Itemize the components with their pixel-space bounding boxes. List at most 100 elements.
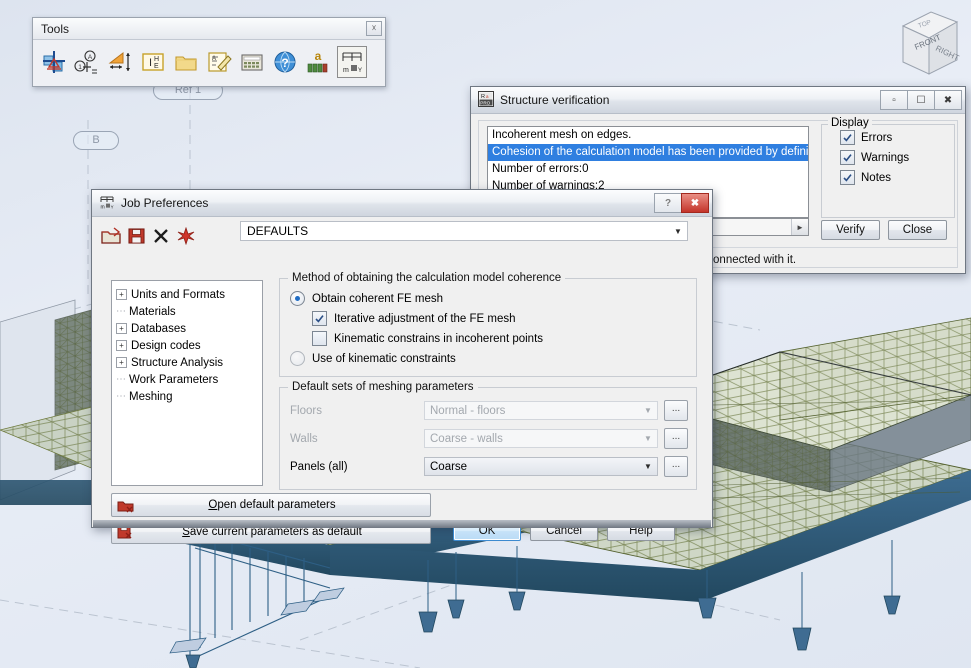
- open-folder-icon[interactable]: [172, 47, 200, 77]
- chevron-right-icon[interactable]: ►: [791, 219, 808, 235]
- meshing-row-label: Walls: [290, 432, 318, 445]
- floors-mesh-browse-button[interactable]: ...: [664, 400, 688, 421]
- walls-mesh-browse-button[interactable]: ...: [664, 428, 688, 449]
- open-default-parameters-button[interactable]: Open default parameters: [111, 493, 431, 517]
- open-default-parameters-label: Open default parameters: [208, 499, 336, 511]
- sidebar-item-materials[interactable]: ⋯ Materials: [116, 303, 258, 320]
- help-globe-icon[interactable]: ?: [271, 47, 299, 77]
- radio-obtain-coherent-fe-mesh[interactable]: Obtain coherent FE mesh: [290, 291, 686, 306]
- radio-use-kinematic-constraints[interactable]: Use of kinematic constraints: [290, 351, 686, 366]
- view-orientation-cube[interactable]: FRONT RIGHT TOP: [893, 4, 965, 84]
- panels-mesh-combo[interactable]: Coarse ▼: [424, 457, 658, 476]
- chevron-down-icon[interactable]: ▼: [669, 222, 687, 240]
- sidebar-item-design-codes[interactable]: + Design codes: [116, 337, 258, 354]
- sidebar-item-structure-analysis[interactable]: + Structure Analysis: [116, 354, 258, 371]
- open-preferences-icon[interactable]: [100, 225, 122, 247]
- minimize-icon[interactable]: ▫: [880, 90, 908, 110]
- sidebar-item-label: Materials: [129, 305, 176, 318]
- close-button[interactable]: Close: [888, 220, 947, 240]
- verify-titlebar[interactable]: R a PRO Structure verification ▫ ☐ ✖: [471, 87, 965, 114]
- verify-window-controls: ▫ ☐ ✖: [880, 90, 962, 110]
- verify-action-buttons: Verify Close: [821, 220, 947, 240]
- node-numbering-icon[interactable]: A 1: [73, 47, 101, 77]
- walls-mesh-combo[interactable]: Coarse - walls ▼: [424, 429, 658, 448]
- list-item[interactable]: Incoherent mesh on edges.: [488, 127, 808, 144]
- sidebar-item-databases[interactable]: + Databases: [116, 320, 258, 337]
- display-option-label: Notes: [861, 171, 892, 184]
- expand-icon[interactable]: +: [116, 323, 127, 334]
- radio-label: Obtain coherent FE mesh: [312, 292, 444, 305]
- job-preferences-dialog[interactable]: m Y Job Preferences ? ✖ DEFAULTS ▼ + Uni…: [91, 189, 713, 544]
- save-preferences-icon[interactable]: [125, 225, 147, 247]
- text-scale-icon[interactable]: a: [304, 47, 332, 77]
- section-icon[interactable]: I H E: [139, 47, 167, 77]
- tools-palette-buttons: A 1 I H E A ? a m Y: [33, 40, 385, 84]
- svg-text:a: a: [315, 49, 322, 63]
- radio-selected-icon[interactable]: [290, 291, 305, 306]
- checkbox-unchecked-icon[interactable]: [312, 331, 327, 346]
- display-option-warnings[interactable]: Warnings: [840, 150, 954, 165]
- chevron-down-icon[interactable]: ▼: [639, 430, 657, 447]
- structure-model-icon[interactable]: [40, 47, 68, 77]
- checkbox-checked-icon[interactable]: [840, 130, 855, 145]
- radio-label: Use of kinematic constraints: [312, 352, 456, 365]
- jobpref-window-title: Job Preferences: [121, 196, 209, 210]
- display-option-errors[interactable]: Errors: [840, 130, 954, 145]
- close-icon[interactable]: ✖: [934, 90, 962, 110]
- tools-palette-titlebar[interactable]: Tools ☓: [33, 18, 385, 40]
- restore-icon[interactable]: ☐: [907, 90, 935, 110]
- checkbox-iterative-adjustment[interactable]: Iterative adjustment of the FE mesh: [312, 311, 686, 326]
- checkbox-checked-icon[interactable]: [840, 170, 855, 185]
- floors-mesh-combo[interactable]: Normal - floors ▼: [424, 401, 658, 420]
- svg-text:m: m: [101, 204, 105, 210]
- list-item[interactable]: Cohesion of the calculation model has be…: [488, 144, 808, 161]
- chevron-down-icon[interactable]: ▼: [639, 458, 657, 475]
- edit-notes-icon[interactable]: A: [205, 47, 233, 77]
- meshing-row-label: Floors: [290, 404, 322, 417]
- dimension-icon[interactable]: [106, 47, 134, 77]
- panels-mesh-browse-button[interactable]: ...: [664, 456, 688, 477]
- meshing-settings-pane: Method of obtaining the calculation mode…: [279, 272, 697, 500]
- radio-unselected-icon[interactable]: [290, 351, 305, 366]
- coherence-group-legend: Method of obtaining the calculation mode…: [288, 272, 566, 284]
- close-icon[interactable]: ✖: [681, 193, 709, 213]
- default-preferences-icon[interactable]: [175, 225, 197, 247]
- tree-branch-icon: ⋯: [116, 306, 126, 317]
- preferences-profile-value: DEFAULTS: [247, 224, 309, 238]
- checkbox-checked-icon[interactable]: [840, 150, 855, 165]
- default-meshing-sets-group: Default sets of meshing parameters Floor…: [279, 381, 697, 490]
- svg-text:Y: Y: [111, 204, 114, 209]
- checkbox-kinematic-constrains[interactable]: Kinematic constrains in incoherent point…: [312, 331, 686, 346]
- walls-mesh-value: Coarse - walls: [430, 432, 503, 445]
- delete-preferences-icon[interactable]: [150, 225, 172, 247]
- expand-icon[interactable]: +: [116, 289, 127, 300]
- preferences-profile-combo[interactable]: DEFAULTS ▼: [240, 221, 688, 241]
- close-icon[interactable]: ☓: [366, 21, 382, 36]
- floors-mesh-value: Normal - floors: [430, 404, 506, 417]
- help-icon[interactable]: ?: [654, 193, 682, 213]
- jobpref-titlebar[interactable]: m Y Job Preferences ? ✖: [92, 190, 712, 217]
- chevron-down-icon[interactable]: ▼: [639, 402, 657, 419]
- tools-palette[interactable]: Tools ☓ A 1 I H E A ? a m Y: [32, 17, 386, 87]
- svg-text:m: m: [343, 67, 349, 74]
- expand-icon[interactable]: +: [116, 357, 127, 368]
- sidebar-item-label: Structure Analysis: [131, 356, 224, 369]
- sidebar-item-units-and-formats[interactable]: + Units and Formats: [116, 286, 258, 303]
- calculator-icon[interactable]: [238, 47, 266, 77]
- sidebar-item-work-parameters[interactable]: ⋯ Work Parameters: [116, 371, 258, 388]
- checkbox-checked-icon[interactable]: [312, 311, 327, 326]
- coherence-method-group: Method of obtaining the calculation mode…: [279, 272, 697, 377]
- svg-text:I: I: [149, 57, 152, 69]
- svg-text:1: 1: [78, 64, 82, 71]
- meshing-parameter-rows: Floors Normal - floors ▼ ... Walls Coars…: [290, 400, 688, 477]
- preferences-category-tree[interactable]: + Units and Formats ⋯ Materials + Databa…: [111, 280, 263, 486]
- display-option-notes[interactable]: Notes: [840, 170, 954, 185]
- sidebar-item-meshing[interactable]: ⋯ Meshing: [116, 388, 258, 405]
- expand-icon[interactable]: +: [116, 340, 127, 351]
- units-icon[interactable]: m Y: [337, 46, 367, 78]
- list-item[interactable]: Number of errors:0: [488, 161, 808, 178]
- verify-button[interactable]: Verify: [821, 220, 880, 240]
- svg-text:A: A: [88, 54, 93, 61]
- grid-ref-label-b[interactable]: B: [73, 131, 119, 150]
- display-group-legend: Display: [828, 117, 872, 129]
